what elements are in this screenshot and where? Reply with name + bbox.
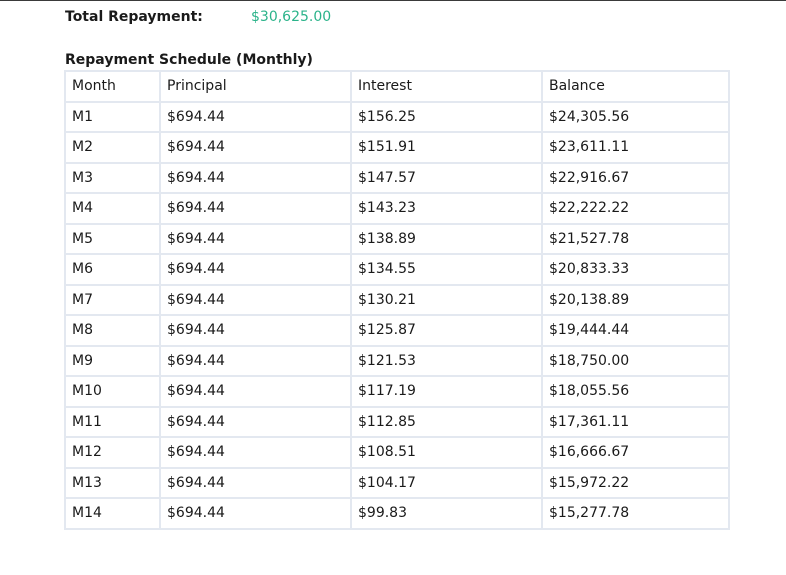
principal-cell: $694.44 <box>159 131 352 164</box>
month-cell: M9 <box>64 344 161 377</box>
total-repayment-label: Total Repayment: <box>65 9 203 25</box>
month-cell: M4 <box>64 192 161 225</box>
balance-cell: $20,138.89 <box>541 283 730 316</box>
principal-cell: $694.44 <box>159 161 352 194</box>
month-cell: M1 <box>64 100 161 133</box>
schedule-title: Repayment Schedule (Monthly) <box>65 52 313 68</box>
column-header-principal: Principal <box>159 70 352 103</box>
table-row: M8 $694.44 $125.87 $19,444.44 <box>64 314 730 347</box>
principal-cell: $694.44 <box>159 344 352 377</box>
table-row: M4 $694.44 $143.23 $22,222.22 <box>64 192 730 225</box>
month-cell: M8 <box>64 314 161 347</box>
table-row: M1 $694.44 $156.25 $24,305.56 <box>64 100 730 133</box>
table-row: M2 $694.44 $151.91 $23,611.11 <box>64 131 730 164</box>
table-body: M1 $694.44 $156.25 $24,305.56 M2 $694.44 $151.… <box>64 100 730 530</box>
balance-cell: $23,611.11 <box>541 131 730 164</box>
month-cell: M11 <box>64 405 161 438</box>
principal-cell: $694.44 <box>159 100 352 133</box>
table-row: M10 $694.44 $117.19 $18,055.56 <box>64 375 730 408</box>
balance-cell: $21,527.78 <box>541 222 730 255</box>
table-row: M11 $694.44 $112.85 $17,361.11 <box>64 405 730 438</box>
column-header-balance: Balance <box>541 70 730 103</box>
balance-cell: $19,444.44 <box>541 314 730 347</box>
principal-cell: $694.44 <box>159 283 352 316</box>
principal-cell: $694.44 <box>159 314 352 347</box>
balance-cell: $18,750.00 <box>541 344 730 377</box>
balance-cell: $24,305.56 <box>541 100 730 133</box>
total-repayment-value: $30,625.00 <box>251 9 332 25</box>
month-cell: M7 <box>64 283 161 316</box>
month-cell: M14 <box>64 497 161 530</box>
principal-cell: $694.44 <box>159 375 352 408</box>
table-row: M5 $694.44 $138.89 $21,527.78 <box>64 222 730 255</box>
top-divider <box>0 0 786 1</box>
month-cell: M12 <box>64 436 161 469</box>
interest-cell: $130.21 <box>350 283 543 316</box>
interest-cell: $121.53 <box>350 344 543 377</box>
month-cell: M13 <box>64 466 161 499</box>
table-row: M13 $694.44 $104.17 $15,972.22 <box>64 466 730 499</box>
column-header-interest: Interest <box>350 70 543 103</box>
interest-cell: $108.51 <box>350 436 543 469</box>
month-cell: M2 <box>64 131 161 164</box>
table-row: M12 $694.44 $108.51 $16,666.67 <box>64 436 730 469</box>
interest-cell: $147.57 <box>350 161 543 194</box>
interest-cell: $125.87 <box>350 314 543 347</box>
balance-cell: $22,222.22 <box>541 192 730 225</box>
interest-cell: $138.89 <box>350 222 543 255</box>
interest-cell: $151.91 <box>350 131 543 164</box>
balance-cell: $20,833.33 <box>541 253 730 286</box>
interest-cell: $134.55 <box>350 253 543 286</box>
table-row: M3 $694.44 $147.57 $22,916.67 <box>64 161 730 194</box>
principal-cell: $694.44 <box>159 497 352 530</box>
balance-cell: $18,055.56 <box>541 375 730 408</box>
principal-cell: $694.44 <box>159 253 352 286</box>
table-row: M14 $694.44 $99.83 $15,277.78 <box>64 497 730 530</box>
principal-cell: $694.44 <box>159 222 352 255</box>
principal-cell: $694.44 <box>159 436 352 469</box>
principal-cell: $694.44 <box>159 405 352 438</box>
month-cell: M6 <box>64 253 161 286</box>
interest-cell: $156.25 <box>350 100 543 133</box>
interest-cell: $143.23 <box>350 192 543 225</box>
balance-cell: $16,666.67 <box>541 436 730 469</box>
page: Total Repayment: $30,625.00 Repayment Sc… <box>0 0 786 575</box>
table-row: M9 $694.44 $121.53 $18,750.00 <box>64 344 730 377</box>
principal-cell: $694.44 <box>159 192 352 225</box>
table-header-row: Month Principal Interest Balance <box>64 70 730 103</box>
balance-cell: $15,972.22 <box>541 466 730 499</box>
month-cell: M3 <box>64 161 161 194</box>
interest-cell: $104.17 <box>350 466 543 499</box>
table-row: M7 $694.44 $130.21 $20,138.89 <box>64 283 730 316</box>
total-repayment-row: Total Repayment: $30,625.00 <box>65 7 331 27</box>
interest-cell: $117.19 <box>350 375 543 408</box>
column-header-month: Month <box>64 70 161 103</box>
month-cell: M10 <box>64 375 161 408</box>
balance-cell: $15,277.78 <box>541 497 730 530</box>
repayment-schedule-table: Month Principal Interest Balance M1 $694.… <box>64 70 730 530</box>
balance-cell: $22,916.67 <box>541 161 730 194</box>
interest-cell: $99.83 <box>350 497 543 530</box>
table-row: M6 $694.44 $134.55 $20,833.33 <box>64 253 730 286</box>
month-cell: M5 <box>64 222 161 255</box>
balance-cell: $17,361.11 <box>541 405 730 438</box>
interest-cell: $112.85 <box>350 405 543 438</box>
principal-cell: $694.44 <box>159 466 352 499</box>
